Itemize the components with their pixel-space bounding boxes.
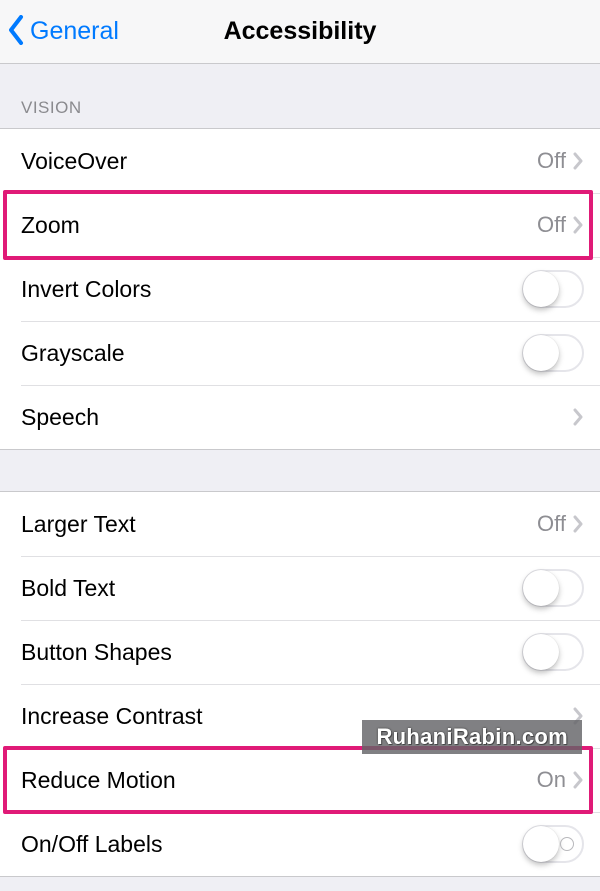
row-invert-colors: Invert Colors: [0, 257, 600, 321]
chevron-left-icon: [8, 15, 28, 49]
row-label: Reduce Motion: [21, 767, 537, 794]
row-value: Off: [537, 511, 566, 537]
row-label: Speech: [21, 404, 572, 431]
navbar: General Accessibility: [0, 0, 600, 64]
toggle-onoff-labels[interactable]: [522, 825, 584, 863]
list-group-vision: VoiceOver Off Zoom Off Invert Colors Gra…: [0, 128, 600, 450]
row-increase-contrast[interactable]: Increase Contrast: [0, 684, 600, 748]
row-value: Off: [537, 148, 566, 174]
back-button[interactable]: General: [8, 15, 119, 49]
row-label: Zoom: [21, 212, 537, 239]
toggle-bold-text[interactable]: [522, 569, 584, 607]
row-bold-text: Bold Text: [0, 556, 600, 620]
chevron-right-icon: [572, 151, 584, 171]
toggle-invert-colors[interactable]: [522, 270, 584, 308]
row-reduce-motion[interactable]: Reduce Motion On: [0, 748, 600, 812]
row-value: Off: [537, 212, 566, 238]
toggle-button-shapes[interactable]: [522, 633, 584, 671]
chevron-right-icon: [572, 514, 584, 534]
row-onoff-labels: On/Off Labels: [0, 812, 600, 876]
row-button-shapes: Button Shapes: [0, 620, 600, 684]
row-label: Button Shapes: [21, 639, 522, 666]
chevron-right-icon: [572, 706, 584, 726]
row-label: Bold Text: [21, 575, 522, 602]
row-speech[interactable]: Speech: [0, 385, 600, 449]
row-zoom[interactable]: Zoom Off: [0, 193, 600, 257]
row-label: Invert Colors: [21, 276, 522, 303]
list-group-text: Larger Text Off Bold Text Button Shapes …: [0, 492, 600, 877]
row-label: Grayscale: [21, 340, 522, 367]
row-label: VoiceOver: [21, 148, 537, 175]
chevron-right-icon: [572, 407, 584, 427]
back-label: General: [30, 17, 119, 46]
row-label: On/Off Labels: [21, 831, 522, 858]
section-header-vision: VISION: [0, 64, 600, 128]
chevron-right-icon: [572, 770, 584, 790]
row-label: Increase Contrast: [21, 703, 572, 730]
row-label: Larger Text: [21, 511, 537, 538]
group-separator: [0, 450, 600, 492]
chevron-right-icon: [572, 215, 584, 235]
row-value: On: [537, 767, 566, 793]
row-voiceover[interactable]: VoiceOver Off: [0, 129, 600, 193]
row-larger-text[interactable]: Larger Text Off: [0, 492, 600, 556]
row-grayscale: Grayscale: [0, 321, 600, 385]
toggle-grayscale[interactable]: [522, 334, 584, 372]
